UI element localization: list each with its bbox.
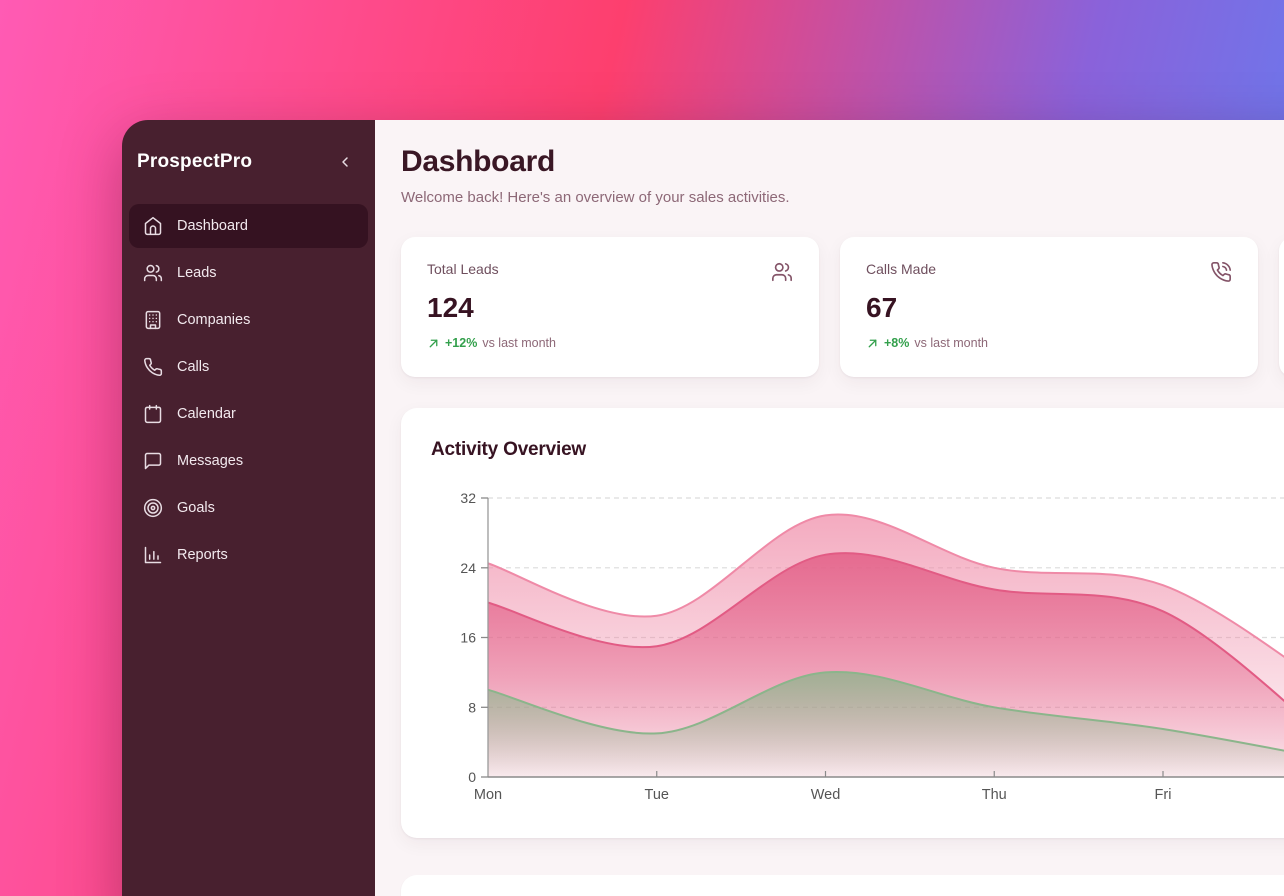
activity-chart: 08162432MonTueWedThuFriSat <box>401 478 1284 818</box>
sidebar-item-goals[interactable]: Goals <box>129 486 368 530</box>
sidebar-item-label: Calls <box>177 359 209 375</box>
brand-logo: ProspectPro <box>137 151 252 173</box>
home-icon <box>143 216 163 236</box>
svg-text:16: 16 <box>460 630 476 646</box>
svg-text:Tue: Tue <box>645 787 669 803</box>
message-icon <box>143 451 163 471</box>
stat-delta-suffix: vs last month <box>482 336 556 350</box>
arrow-up-right-icon <box>866 337 879 350</box>
stat-label: Total Leads <box>427 261 499 277</box>
stat-card: Total Leads 124 +12% vs last month <box>401 237 819 377</box>
svg-text:Wed: Wed <box>811 787 841 803</box>
phone-icon <box>143 357 163 377</box>
sidebar-header: ProspectPro <box>122 144 375 180</box>
stats-row: Total Leads 124 +12% vs last month Calls… <box>401 237 1284 377</box>
svg-text:32: 32 <box>460 490 476 506</box>
sidebar-item-reports[interactable]: Reports <box>129 533 368 577</box>
svg-text:Fri: Fri <box>1155 787 1172 803</box>
sidebar: ProspectPro Dashboard Leads Companies Ca… <box>122 120 375 896</box>
sidebar-item-leads[interactable]: Leads <box>129 251 368 295</box>
stat-delta-suffix: vs last month <box>914 336 988 350</box>
sidebar-nav: Dashboard Leads Companies Calls Calendar… <box>122 204 375 577</box>
sidebar-item-label: Leads <box>177 265 217 281</box>
sidebar-item-label: Messages <box>177 453 243 469</box>
chevron-left-icon <box>335 154 355 170</box>
app-window: ProspectPro Dashboard Leads Companies Ca… <box>122 120 1284 896</box>
main-content: Dashboard Welcome back! Here's an overvi… <box>375 120 1284 896</box>
svg-text:Mon: Mon <box>474 787 502 803</box>
sidebar-item-calendar[interactable]: Calendar <box>129 392 368 436</box>
target-icon <box>143 498 163 518</box>
page-title: Dashboard <box>401 144 1284 180</box>
sidebar-collapse-button[interactable] <box>335 154 351 170</box>
sidebar-item-dashboard[interactable]: Dashboard <box>129 204 368 248</box>
svg-text:24: 24 <box>460 560 476 576</box>
sidebar-item-messages[interactable]: Messages <box>129 439 368 483</box>
svg-text:Thu: Thu <box>982 787 1007 803</box>
sidebar-item-label: Dashboard <box>177 218 248 234</box>
activity-overview-card: Activity Overview 0 8 16 24 32 Mon Tue Wed Thu Fr… <box>401 408 1284 838</box>
svg-text:8: 8 <box>468 699 476 715</box>
calendar-icon <box>143 404 163 424</box>
stat-value: 67 <box>866 293 1232 323</box>
stat-delta: +12% <box>445 336 477 350</box>
building-icon <box>143 310 163 330</box>
stat-label: Calls Made <box>866 261 936 277</box>
stat-delta: +8% <box>884 336 909 350</box>
sidebar-item-label: Companies <box>177 312 250 328</box>
sidebar-item-label: Calendar <box>177 406 236 422</box>
users-icon <box>771 261 793 283</box>
stat-card-partial <box>1279 237 1284 377</box>
sidebar-item-label: Reports <box>177 547 228 563</box>
page-subtitle: Welcome back! Here's an overview of your… <box>401 187 1284 209</box>
bottom-card-partial <box>401 875 1284 896</box>
sidebar-item-calls[interactable]: Calls <box>129 345 368 389</box>
arrow-up-right-icon <box>427 337 440 350</box>
svg-text:0: 0 <box>468 769 476 785</box>
chart-title: Activity Overview <box>431 438 1284 462</box>
users-icon <box>143 263 163 283</box>
sidebar-item-label: Goals <box>177 500 215 516</box>
stat-card: Calls Made 67 +8% vs last month <box>840 237 1258 377</box>
stat-value: 124 <box>427 293 793 323</box>
screen: ProspectPro Dashboard Leads Companies Ca… <box>0 0 1284 896</box>
bar-chart-icon <box>143 545 163 565</box>
sidebar-item-companies[interactable]: Companies <box>129 298 368 342</box>
phone-call-icon <box>1210 261 1232 283</box>
